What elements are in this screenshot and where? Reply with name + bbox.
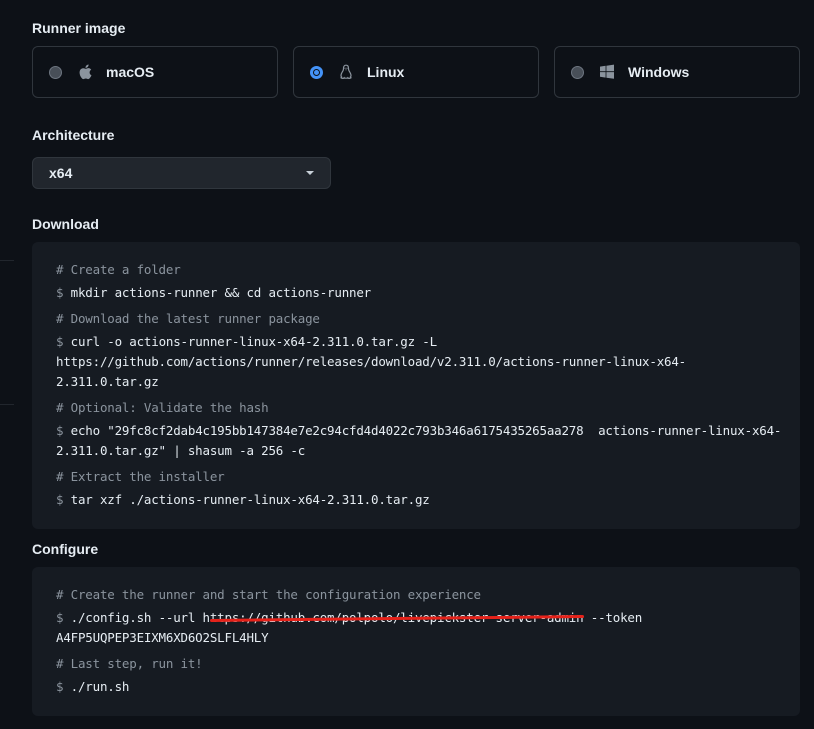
configure-code-block[interactable]: # Create the runner and start the config…: [32, 567, 800, 716]
code-command: ./config.sh --url h: [70, 610, 210, 625]
code-command-continuation: A4FP5UQPEP3EIXM6XD6O2SLFL4HLY: [56, 630, 269, 645]
architecture-heading: Architecture: [32, 127, 115, 143]
code-command-line: $ ./run.sh: [56, 679, 129, 694]
code-comment: # Create the runner and start the config…: [56, 587, 481, 602]
chevron-down-icon: [306, 171, 314, 175]
shell-prompt: $: [56, 285, 64, 300]
windows-icon: [598, 63, 616, 81]
code-command-line: $ mkdir actions-runner && cd actions-run…: [56, 285, 371, 300]
code-comment: # Create a folder: [56, 262, 181, 277]
runner-setup-page: Runner image macOS Linux Windows Archite…: [0, 0, 814, 729]
code-command-continuation: 2.311.0.tar.gz: [56, 374, 159, 389]
code-command: echo "29fc8cf2dab4c195bb147384e7e2c94cfd…: [70, 423, 782, 438]
download-heading: Download: [32, 216, 99, 232]
code-command: mkdir actions-runner && cd actions-runne…: [70, 285, 372, 300]
shell-prompt: $: [56, 334, 64, 349]
code-comment: # Last step, run it!: [56, 656, 203, 671]
radio-linux[interactable]: [310, 65, 323, 79]
architecture-select[interactable]: x64: [32, 157, 331, 189]
shell-prompt: $: [56, 423, 64, 438]
code-comment: # Optional: Validate the hash: [56, 400, 269, 415]
runner-option-macos[interactable]: macOS: [32, 46, 278, 98]
code-command-continuation: https://github.com/actions/runner/releas…: [56, 354, 687, 369]
apple-icon: [76, 63, 94, 81]
code-command: tar xzf ./actions-runner-linux-x64-2.311…: [70, 492, 430, 507]
windows-label: Windows: [628, 64, 690, 80]
macos-label: macOS: [106, 64, 155, 80]
code-command-line: $ echo "29fc8cf2dab4c195bb147384e7e2c94c…: [56, 423, 781, 438]
runner-option-windows[interactable]: Windows: [554, 46, 800, 98]
code-command-line: $ curl -o actions-runner-linux-x64-2.311…: [56, 334, 437, 349]
linux-tux-icon: [337, 63, 355, 81]
code-command: ./run.sh: [70, 679, 130, 694]
left-divider: [0, 404, 14, 405]
runner-image-heading: Runner image: [32, 20, 126, 36]
shell-prompt: $: [56, 679, 64, 694]
code-command-line: $ ./config.sh --url https://github.com/p…: [56, 610, 642, 625]
left-divider: [0, 260, 14, 261]
code-command-continuation: 2.311.0.tar.gz" | shasum -a 256 -c: [56, 443, 306, 458]
radio-macos[interactable]: [49, 65, 62, 79]
redacted-url: ttps://github.com/polpolo/livepickster-s…: [209, 610, 584, 625]
download-code-block[interactable]: # Create a folder $ mkdir actions-runner…: [32, 242, 800, 529]
configure-heading: Configure: [32, 541, 99, 557]
architecture-selected-value: x64: [49, 165, 73, 181]
linux-label: Linux: [367, 64, 405, 80]
shell-prompt: $: [56, 610, 64, 625]
shell-prompt: $: [56, 492, 64, 507]
radio-windows[interactable]: [571, 65, 584, 79]
code-comment: # Download the latest runner package: [56, 311, 320, 326]
code-command: --token: [583, 610, 643, 625]
code-command-line: $ tar xzf ./actions-runner-linux-x64-2.3…: [56, 492, 430, 507]
code-command: curl -o actions-runner-linux-x64-2.311.0…: [70, 334, 437, 349]
runner-option-linux[interactable]: Linux: [293, 46, 539, 98]
code-comment: # Extract the installer: [56, 469, 225, 484]
